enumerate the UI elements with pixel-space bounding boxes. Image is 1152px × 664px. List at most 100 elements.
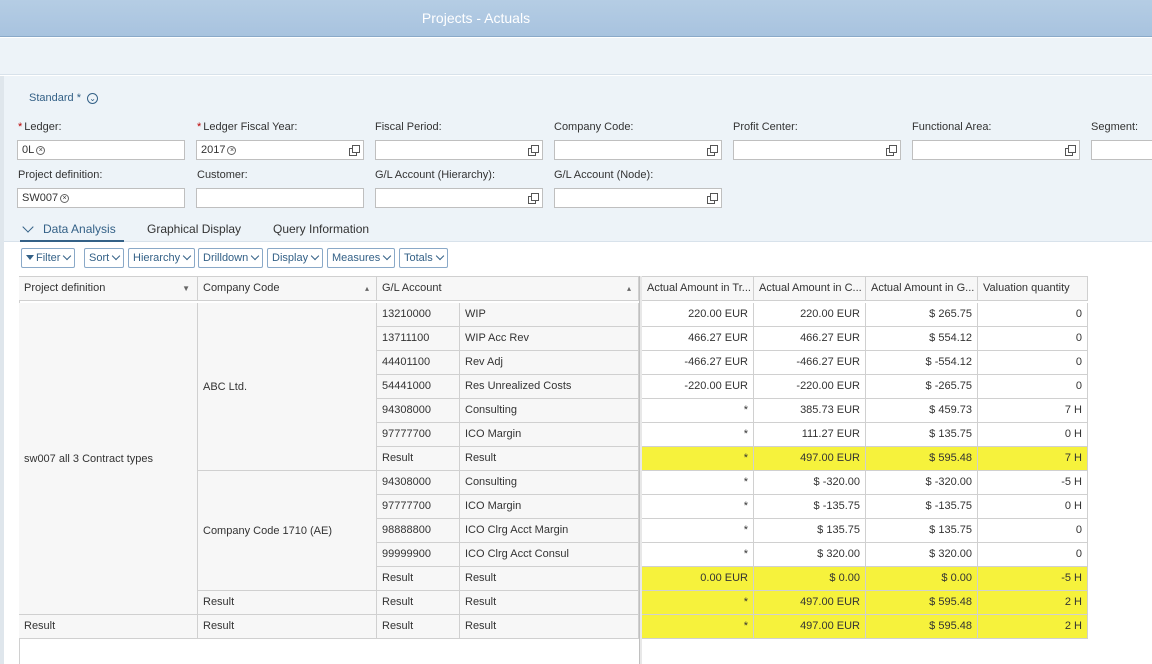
amount-global-cell: $ -320.00 xyxy=(866,471,978,495)
amount-global-cell: $ 554.12 xyxy=(866,327,978,351)
valuation-quantity-cell: 7 H xyxy=(978,447,1088,471)
fiscal-year-token[interactable]: 2017 × xyxy=(201,144,237,156)
value-help-icon[interactable] xyxy=(528,145,539,156)
gl-account-desc-cell: ICO Margin xyxy=(460,423,639,447)
grid-frozen-separator-shadow xyxy=(640,276,642,664)
gl-account-desc-cell: WIP xyxy=(460,303,639,327)
grand-result-company-label: Result xyxy=(198,615,377,639)
sort-button[interactable]: Sort xyxy=(84,248,125,268)
amount-company-cell: 111.27 EUR xyxy=(754,423,866,447)
amount-transaction-cell: * xyxy=(642,471,754,495)
amount-transaction-cell: -466.27 EUR xyxy=(642,351,754,375)
header-actual-amount-global[interactable]: Actual Amount in G... xyxy=(866,276,978,301)
ledger-token[interactable]: 0L × xyxy=(22,144,46,156)
filter-button[interactable]: Filter xyxy=(21,248,76,268)
gl-account-desc-cell: Result xyxy=(460,591,639,615)
gl-account-number-cell: 94308000 xyxy=(377,399,460,423)
gl-account-number-cell: 94308000 xyxy=(377,471,460,495)
tab-data-analysis[interactable]: Data Analysis xyxy=(43,222,116,236)
amount-global-cell: $ 0.00 xyxy=(866,567,978,591)
variant-selector[interactable]: Standard * ⌄ xyxy=(29,92,99,104)
header-project-definition-label: Project definition xyxy=(24,282,106,294)
gl-account-desc-cell: Consulting xyxy=(460,399,639,423)
grand-result-label: Result xyxy=(19,615,198,639)
amount-transaction-cell: 0.00 EUR xyxy=(642,567,754,591)
header-actual-amount-transaction[interactable]: Actual Amount in Tr... xyxy=(642,276,754,301)
header-valuation-quantity[interactable]: Valuation quantity xyxy=(978,276,1088,301)
hierarchy-button[interactable]: Hierarchy xyxy=(128,248,196,268)
amount-transaction-cell: -220.00 EUR xyxy=(642,375,754,399)
fiscal-period-field[interactable] xyxy=(375,140,543,160)
header-gl-account[interactable]: G/L Account ▴ xyxy=(377,276,639,301)
header-actual-amount-global-label: Actual Amount in G... xyxy=(871,282,975,294)
gl-account-desc-cell: Res Unrealized Costs xyxy=(460,375,639,399)
gl-account-hierarchy-field[interactable] xyxy=(375,188,543,208)
amount-company-cell: $ 320.00 xyxy=(754,543,866,567)
header-company-code[interactable]: Company Code ▴ xyxy=(198,276,377,301)
value-help-icon[interactable] xyxy=(886,145,897,156)
value-help-icon[interactable] xyxy=(349,145,360,156)
company-code-label: Company Code: xyxy=(554,121,634,133)
project-definition-field[interactable]: SW007 × xyxy=(17,188,185,208)
tab-graphical-display[interactable]: Graphical Display xyxy=(147,222,241,236)
profit-center-field[interactable] xyxy=(733,140,901,160)
project-definition-label: Project definition: xyxy=(18,169,103,181)
amount-transaction-cell: * xyxy=(642,519,754,543)
value-help-icon[interactable] xyxy=(528,193,539,204)
value-help-icon[interactable] xyxy=(1065,145,1076,156)
amount-company-cell: -466.27 EUR xyxy=(754,351,866,375)
sub-header-bar xyxy=(0,38,1152,75)
amount-company-cell: $ -320.00 xyxy=(754,471,866,495)
selected-tab-indicator xyxy=(20,240,124,242)
value-help-icon[interactable] xyxy=(707,193,718,204)
sort-ascending-icon[interactable]: ▴ xyxy=(627,277,631,300)
dropdown-icon xyxy=(111,251,121,261)
header-project-definition[interactable]: Project definition ▼ xyxy=(19,276,198,301)
header-actual-amount-company[interactable]: Actual Amount in C... xyxy=(754,276,866,301)
sort-ascending-icon[interactable]: ▴ xyxy=(365,277,369,300)
amount-company-cell: $ 135.75 xyxy=(754,519,866,543)
column-filter-icon[interactable]: ▼ xyxy=(182,277,190,300)
shell-header: Projects - Actuals xyxy=(0,0,1152,37)
gl-account-desc-cell: Consulting xyxy=(460,471,639,495)
company-code-cell: Company Code 1710 (AE) xyxy=(198,471,377,591)
remove-token-icon[interactable]: × xyxy=(60,194,70,203)
customer-label: Customer: xyxy=(197,169,248,181)
gl-account-desc-cell: Result xyxy=(460,567,639,591)
gl-account-node-field[interactable] xyxy=(554,188,722,208)
collapse-chevron-icon[interactable] xyxy=(22,221,34,233)
dropdown-icon xyxy=(251,251,260,261)
gl-account-desc-cell: ICO Margin xyxy=(460,495,639,519)
remove-token-icon[interactable]: × xyxy=(227,146,237,155)
valuation-quantity-cell: -5 H xyxy=(978,567,1088,591)
tab-query-information[interactable]: Query Information xyxy=(273,222,369,236)
fiscal-period-label: Fiscal Period: xyxy=(375,121,442,133)
amount-company-cell: 220.00 EUR xyxy=(754,303,866,327)
header-valuation-quantity-label: Valuation quantity xyxy=(983,282,1070,294)
amount-transaction-cell: * xyxy=(642,399,754,423)
remove-token-icon[interactable]: × xyxy=(36,146,46,155)
gl-account-number-cell: 97777700 xyxy=(377,495,460,519)
amount-transaction-cell: * xyxy=(642,423,754,447)
project-definition-cell: sw007 all 3 Contract types xyxy=(19,303,198,615)
amount-company-cell: 497.00 EUR xyxy=(754,447,866,471)
ledger-label: * Ledger: xyxy=(18,121,62,133)
amount-global-cell: $ 135.75 xyxy=(866,423,978,447)
amount-company-cell: $ -135.75 xyxy=(754,495,866,519)
valuation-quantity-cell: 0 xyxy=(978,351,1088,375)
value-help-icon[interactable] xyxy=(707,145,718,156)
measures-button[interactable]: Measures xyxy=(327,248,396,268)
chevron-down-icon[interactable]: ⌄ xyxy=(87,92,99,104)
segment-field[interactable] xyxy=(1091,140,1152,160)
ledger-field[interactable]: 0L × xyxy=(17,140,185,160)
ledger-fiscal-year-field[interactable]: 2017 × xyxy=(196,140,364,160)
gl-account-number-cell: 99999900 xyxy=(377,543,460,567)
drilldown-button[interactable]: Drilldown xyxy=(198,248,264,268)
customer-field[interactable] xyxy=(196,188,364,208)
totals-button[interactable]: Totals xyxy=(399,248,448,268)
display-button[interactable]: Display xyxy=(267,248,324,268)
project-token[interactable]: SW007 × xyxy=(22,192,70,204)
functional-area-field[interactable] xyxy=(912,140,1080,160)
company-code-field[interactable] xyxy=(554,140,722,160)
dropdown-icon xyxy=(182,251,192,261)
